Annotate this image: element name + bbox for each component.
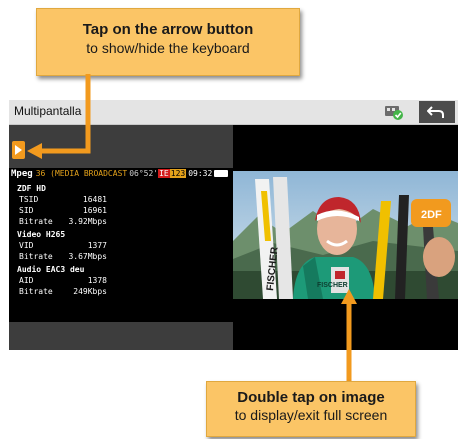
fullscreen-hint-title: Double tap on image <box>237 389 385 406</box>
fullscreen-hint-text: to display/exit full screen <box>234 407 388 423</box>
keyboard-hint-arrow <box>27 74 357 381</box>
fullscreen-hint-callout: Double tap on image to display/exit full… <box>206 381 416 437</box>
